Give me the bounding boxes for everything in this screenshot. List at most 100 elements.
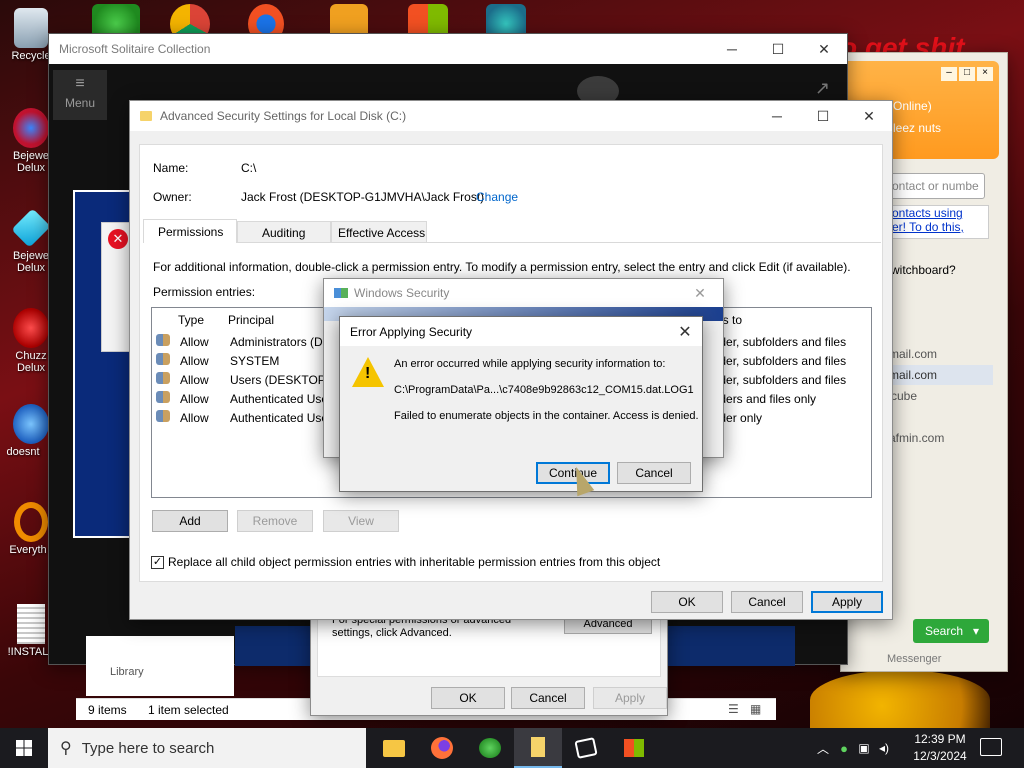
wallpaper-character (810, 670, 990, 730)
chevron-down-icon: ▾ (973, 624, 980, 638)
messenger-search-input[interactable]: ontact or numbe (889, 173, 985, 199)
explorer-selected-count: 1 item selected (148, 703, 229, 717)
tab-permissions[interactable]: Permissions (143, 219, 237, 243)
users-app-icon (479, 738, 501, 758)
details-view-icon[interactable]: ☰ (728, 702, 739, 716)
remove-button[interactable]: Remove (237, 510, 313, 532)
chuzzle-icon (13, 308, 49, 348)
solitaire-menu-button[interactable]: ≡ Menu (53, 70, 107, 120)
users-icon (156, 334, 170, 346)
column-header-principal[interactable]: Principal (228, 313, 274, 327)
messenger-link[interactable]: er! To do this, (890, 220, 988, 234)
chevron-up-icon[interactable]: ︿ (812, 740, 834, 757)
messenger-links-box: ontacts using er! To do this, (889, 205, 989, 239)
messenger-link[interactable]: ontacts using (890, 206, 988, 220)
error-path: C:\ProgramData\Pa...\c7408e9b92863c12_CO… (394, 384, 694, 396)
network-icon[interactable]: ▣ (854, 741, 874, 755)
solitaire-titlebar[interactable]: Microsoft Solitaire Collection ─ ☐ ✕ (49, 34, 847, 64)
ok-button[interactable]: OK (651, 591, 723, 613)
entry-type: Allow (180, 410, 209, 425)
checkbox-checked-icon: ✓ (151, 555, 164, 569)
taskbar-security-app[interactable] (514, 728, 562, 768)
taskbar-messenger[interactable] (466, 728, 514, 768)
advanced-security-title: Advanced Security Settings for Local Dis… (160, 109, 407, 123)
minimize-icon[interactable]: ─ (709, 34, 755, 64)
close-icon[interactable]: ✕ (801, 34, 847, 64)
tab-divider (237, 242, 881, 243)
name-value: C:\ (241, 161, 257, 175)
explorer-library-pane: Library (86, 636, 234, 696)
properties-ok-button[interactable]: OK (431, 687, 505, 709)
firefox-icon (431, 737, 453, 759)
windows-security-title: Windows Security (354, 286, 450, 300)
users-icon (156, 410, 170, 422)
messenger-minimize-icon[interactable]: – (941, 67, 957, 81)
taskbar-solitaire[interactable] (562, 728, 610, 768)
minimize-icon[interactable]: ─ (754, 101, 800, 131)
column-header-type[interactable]: Type (178, 313, 204, 327)
cancel-button[interactable]: Cancel (731, 591, 803, 613)
maximize-icon[interactable]: ☐ (755, 34, 801, 64)
name-label: Name: (153, 161, 189, 175)
gem-icon (11, 208, 51, 248)
tab-auditing[interactable]: Auditing (237, 221, 331, 243)
explorer-item-count: 9 items (88, 703, 127, 717)
tiles-view-icon[interactable]: ▦ (750, 702, 761, 716)
error-message-line1: An error occurred while applying securit… (394, 358, 666, 370)
clock[interactable]: 12:39 PM 12/3/2024 (908, 731, 972, 765)
messenger-close-icon[interactable]: × (977, 67, 993, 81)
taskbar-store[interactable] (610, 728, 658, 768)
error-dialog: Error Applying Security ✕ ! An error occ… (339, 316, 703, 492)
replace-child-permissions-checkbox[interactable]: ✓ Replace all child object permission en… (151, 555, 660, 569)
volume-icon[interactable]: ◂) (874, 741, 894, 755)
messenger-email[interactable]: mail.com (889, 347, 937, 361)
add-button[interactable]: Add (152, 510, 228, 532)
people-icon[interactable]: ● (834, 741, 854, 756)
entry-type: Allow (180, 353, 209, 368)
messenger-status-line: leez nuts (893, 121, 942, 135)
taskbar-firefox[interactable] (418, 728, 466, 768)
users-icon (156, 391, 170, 403)
messenger-email-selected[interactable]: mail.com (885, 365, 993, 385)
close-icon[interactable]: ✕ (668, 317, 702, 347)
bird-icon (13, 404, 49, 444)
taskbar-search-input[interactable]: ⚲ Type here to search (48, 728, 366, 768)
messenger-email[interactable]: afmin.com (889, 431, 944, 445)
start-button[interactable] (0, 728, 48, 768)
shield-icon (334, 288, 348, 298)
close-icon[interactable]: ✕ (677, 278, 723, 308)
permissions-info-text: For additional information, double-click… (153, 260, 851, 274)
properties-cancel-button[interactable]: Cancel (511, 687, 585, 709)
maximize-icon[interactable]: ☐ (800, 101, 846, 131)
cards-icon (574, 737, 598, 759)
windows-security-titlebar[interactable]: Windows Security ✕ (324, 279, 723, 307)
entry-applies: older only (710, 410, 763, 425)
entry-applies: older, subfolders and files (710, 334, 847, 349)
messenger-status-line: Online) (893, 99, 932, 113)
messenger-search-label: Search (925, 624, 964, 638)
taskbar-file-explorer[interactable] (370, 728, 418, 768)
expand-arrow-icon[interactable]: ↗ (815, 78, 830, 99)
close-icon[interactable]: ✕ (846, 101, 892, 131)
view-button[interactable]: View (323, 510, 399, 532)
messenger-restore-icon[interactable]: □ (959, 67, 975, 81)
apply-button[interactable]: Apply (811, 591, 883, 613)
tab-effective-access[interactable]: Effective Access (331, 221, 427, 243)
users-icon (156, 372, 170, 384)
taskbar: ⚲ Type here to search ︿ ● ▣ ◂) 12:39 PM … (0, 728, 1024, 768)
cancel-button[interactable]: Cancel (617, 462, 691, 484)
messenger-email[interactable]: cube (891, 389, 917, 403)
owner-value: Jack Frost (DESKTOP-G1JMVHA\Jack Frost) (241, 190, 485, 204)
entry-type: Allow (180, 391, 209, 406)
replace-child-label: Replace all child object permission entr… (168, 555, 661, 569)
properties-apply-button[interactable]: Apply (593, 687, 667, 709)
error-dialog-titlebar[interactable]: Error Applying Security ✕ (340, 317, 702, 346)
solitaire-title: Microsoft Solitaire Collection (59, 42, 211, 56)
change-owner-link[interactable]: Change (476, 190, 518, 204)
advanced-security-titlebar[interactable]: Advanced Security Settings for Local Dis… (130, 101, 892, 131)
system-tray: ︿ ● ▣ ◂) (812, 728, 894, 768)
messenger-search-button[interactable]: Search ▾ (913, 619, 989, 643)
notifications-icon[interactable] (980, 738, 1002, 756)
document-icon (17, 604, 45, 644)
messenger-switchboard: witchboard? (891, 263, 956, 277)
